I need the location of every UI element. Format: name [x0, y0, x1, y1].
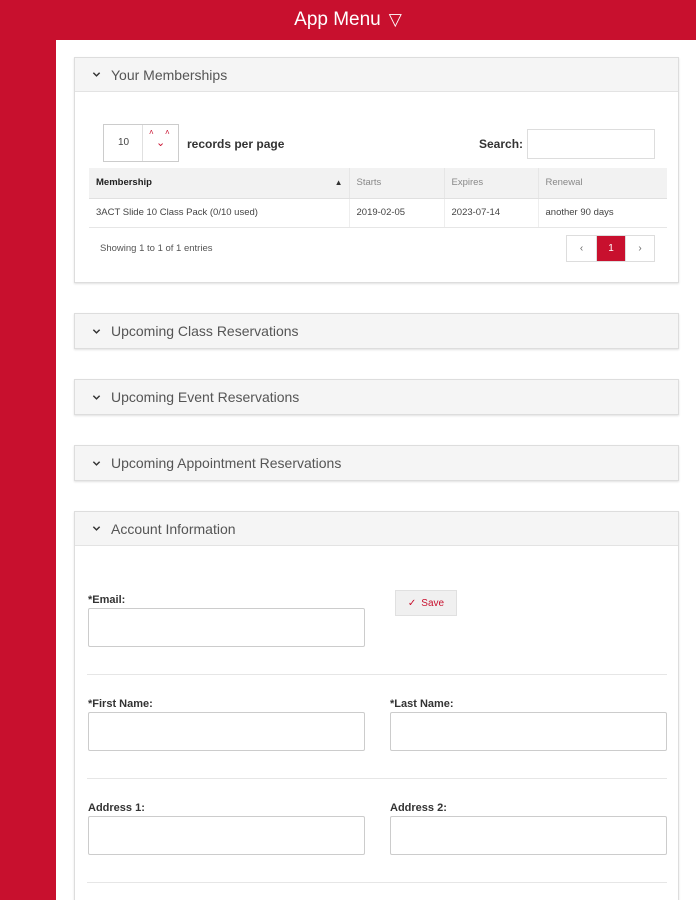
email-field[interactable] [88, 608, 365, 647]
search-label: Search: [479, 137, 524, 151]
page-length-stepper[interactable]: 10 ˄ ⌄ ˄ [103, 124, 179, 162]
email-label: *Email: [88, 594, 126, 606]
class-reservations-panel-header[interactable]: Upcoming Class Reservations [75, 314, 678, 348]
class-reservations-panel: Upcoming Class Reservations [74, 313, 679, 349]
chevron-down-icon [91, 70, 101, 80]
table-row: 3ACT Slide 10 Class Pack (0/10 used) 201… [89, 198, 667, 228]
panel-title: Account Information [111, 520, 236, 537]
cell-expires: 2023-07-14 [444, 198, 539, 228]
divider [87, 882, 667, 883]
sort-asc-icon: ▲ [334, 178, 343, 187]
next-page-button[interactable]: › [625, 236, 654, 261]
save-label: Save [421, 597, 445, 609]
divider [87, 778, 667, 779]
check-icon: ✓ [407, 597, 417, 609]
column-header-membership[interactable]: Membership ▲ [89, 168, 350, 199]
cell-starts: 2019-02-05 [349, 198, 445, 228]
search-input[interactable] [527, 129, 655, 159]
memberships-panel-header[interactable]: Your Memberships [75, 58, 678, 92]
address-1-label: Address 1: [88, 802, 145, 814]
column-header-expires[interactable]: Expires [444, 168, 539, 199]
chevron-down-icon[interactable]: ⌄ [156, 136, 165, 149]
column-header-starts[interactable]: Starts [349, 168, 445, 199]
panel-title: Your Memberships [111, 66, 228, 83]
cell-renewal: another 90 days [538, 198, 667, 228]
first-name-field[interactable] [88, 712, 365, 751]
stepper-up-icon[interactable]: ˄ [149, 128, 154, 137]
panel-title: Upcoming Event Reservations [111, 389, 300, 405]
app-menu-button[interactable]: App Menu ▽ [0, 0, 696, 40]
address-2-field[interactable] [390, 816, 667, 855]
pagination: ‹ 1 › [566, 235, 655, 262]
divider [87, 674, 667, 675]
last-name-label: *Last Name: [390, 698, 454, 710]
column-header-renewal[interactable]: Renewal [538, 168, 667, 199]
account-information-panel: Account Information *Email: ✓ Save *Firs… [74, 511, 679, 900]
page-length-value: 10 [118, 137, 130, 148]
appointment-reservations-panel-header[interactable]: Upcoming Appointment Reservations [75, 446, 678, 480]
chevron-down-icon [91, 458, 101, 468]
table-footer: Showing 1 to 1 of 1 entries ‹ 1 › [89, 227, 667, 267]
address-2-label: Address 2: [390, 802, 447, 814]
chevron-down-icon [91, 392, 101, 402]
chevron-down-icon [91, 524, 101, 534]
previous-page-button[interactable]: ‹ [567, 236, 596, 261]
page-1-button[interactable]: 1 [596, 236, 625, 261]
entries-info: Showing 1 to 1 of 1 entries [100, 243, 213, 254]
memberships-table: Membership ▲ Starts Expires Renewal 3ACT … [89, 168, 667, 228]
stepper-arrows[interactable]: ˄ ⌄ ˄ [142, 125, 179, 161]
account-information-panel-header[interactable]: Account Information [75, 512, 678, 546]
panel-title: Upcoming Class Reservations [111, 323, 299, 339]
panel-title: Upcoming Appointment Reservations [111, 455, 342, 471]
event-reservations-panel-header[interactable]: Upcoming Event Reservations [75, 380, 678, 414]
memberships-panel: Your Memberships 10 ˄ ⌄ ˄ records per pa… [74, 57, 679, 283]
last-name-field[interactable] [390, 712, 667, 751]
records-per-page-label: records per page [187, 137, 285, 151]
triangle-down-icon: ▽ [388, 10, 402, 29]
app-menu-title: App Menu [294, 9, 381, 30]
main-content: Your Memberships 10 ˄ ⌄ ˄ records per pa… [56, 40, 696, 900]
stepper-up-icon[interactable]: ˄ [165, 128, 170, 137]
event-reservations-panel: Upcoming Event Reservations [74, 379, 679, 415]
cell-membership: 3ACT Slide 10 Class Pack (0/10 used) [89, 198, 350, 228]
first-name-label: *First Name: [88, 698, 153, 710]
chevron-down-icon [91, 326, 101, 336]
address-1-field[interactable] [88, 816, 365, 855]
appointment-reservations-panel: Upcoming Appointment Reservations [74, 445, 679, 481]
save-button[interactable]: ✓ Save [395, 590, 457, 616]
